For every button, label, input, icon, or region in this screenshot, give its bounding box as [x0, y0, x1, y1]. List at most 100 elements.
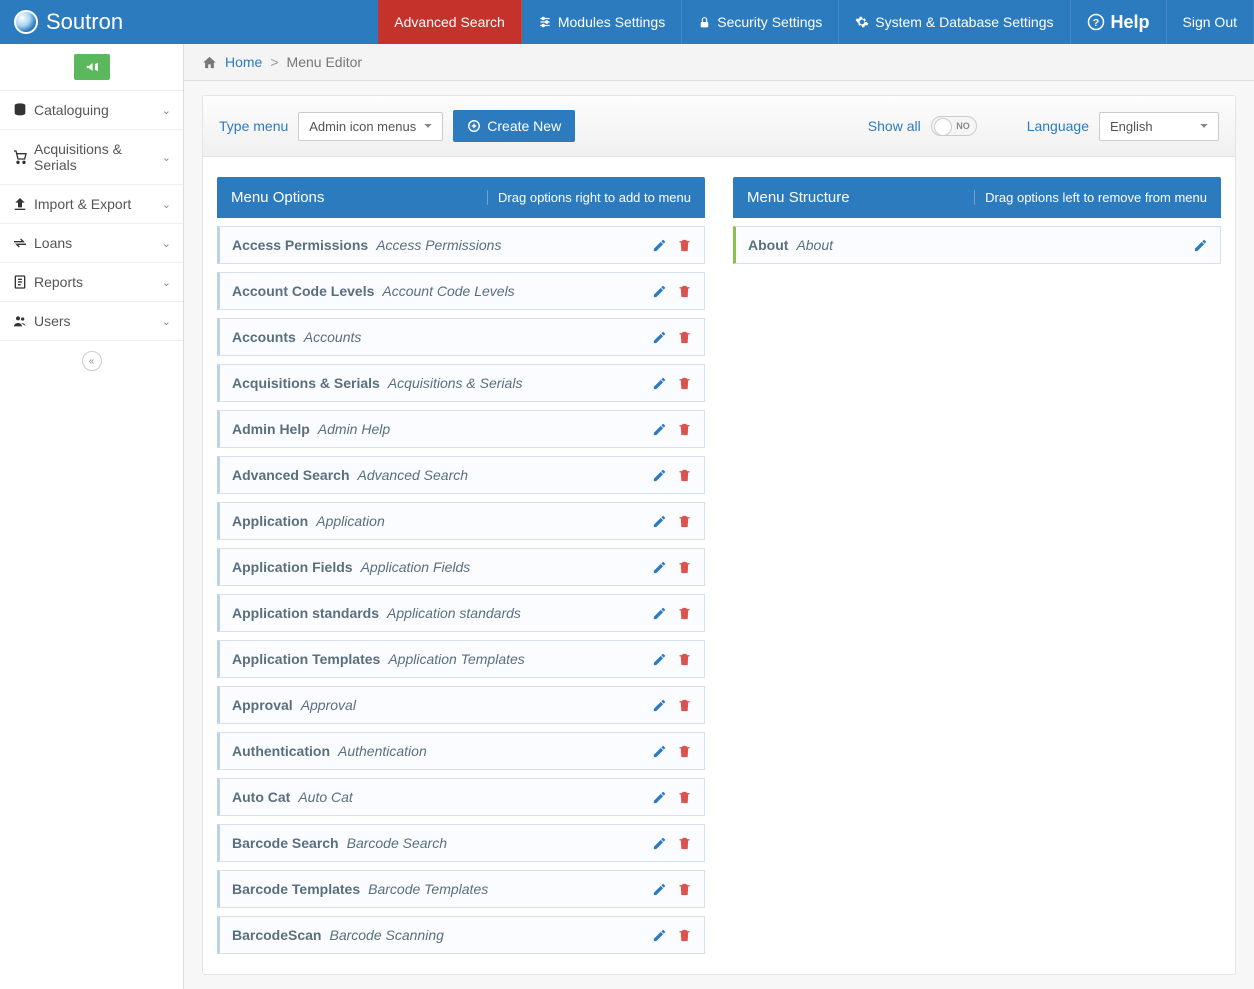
- type-menu-label: Type menu: [219, 118, 288, 134]
- sidebar-item-icon: [12, 102, 34, 118]
- brand-text: Soutron: [46, 9, 123, 35]
- menu-row-key: Application Templates: [232, 651, 380, 667]
- edit-button[interactable]: [652, 836, 667, 851]
- show-all-toggle[interactable]: NO: [931, 116, 977, 136]
- menu-row[interactable]: Advanced Search Advanced Search: [217, 456, 705, 494]
- show-all-label: Show all: [868, 118, 921, 134]
- trash-icon: [677, 790, 692, 805]
- delete-button[interactable]: [677, 238, 692, 253]
- delete-button[interactable]: [677, 744, 692, 759]
- edit-button[interactable]: [652, 468, 667, 483]
- brand: Soutron: [0, 0, 137, 44]
- breadcrumb: Home > Menu Editor: [184, 44, 1254, 81]
- edit-button[interactable]: [1193, 238, 1208, 253]
- pencil-icon: [652, 606, 667, 621]
- delete-button[interactable]: [677, 698, 692, 713]
- edit-button[interactable]: [652, 744, 667, 759]
- delete-button[interactable]: [677, 560, 692, 575]
- nav-sign-out[interactable]: Sign Out: [1167, 0, 1254, 44]
- question-circle-icon: ?: [1087, 13, 1105, 31]
- delete-button[interactable]: [677, 652, 692, 667]
- menu-row[interactable]: About About: [733, 226, 1221, 264]
- menu-row[interactable]: Application standards Application standa…: [217, 594, 705, 632]
- nav-system-db-settings[interactable]: System & Database Settings: [839, 0, 1070, 44]
- menu-options-hint: Drag options right to add to menu: [487, 190, 691, 205]
- sidebar-item[interactable]: Acquisitions & Serials⌄: [0, 130, 183, 185]
- sidebar-collapse: «: [0, 341, 183, 381]
- sidebar-item[interactable]: Loans⌄: [0, 224, 183, 263]
- delete-button[interactable]: [677, 284, 692, 299]
- type-menu-select[interactable]: Admin icon menus: [298, 112, 443, 141]
- edit-button[interactable]: [652, 606, 667, 621]
- pencil-icon: [652, 284, 667, 299]
- delete-button[interactable]: [677, 836, 692, 851]
- menu-row[interactable]: Auto Cat Auto Cat: [217, 778, 705, 816]
- edit-button[interactable]: [652, 238, 667, 253]
- announce-button[interactable]: [74, 54, 110, 80]
- menu-row[interactable]: Barcode Templates Barcode Templates: [217, 870, 705, 908]
- pencil-icon: [652, 882, 667, 897]
- sidebar-item-label: Import & Export: [34, 196, 162, 212]
- edit-button[interactable]: [652, 560, 667, 575]
- menu-row[interactable]: Application Application: [217, 502, 705, 540]
- pencil-icon: [652, 652, 667, 667]
- delete-button[interactable]: [677, 882, 692, 897]
- edit-button[interactable]: [652, 790, 667, 805]
- edit-button[interactable]: [652, 514, 667, 529]
- delete-button[interactable]: [677, 422, 692, 437]
- menu-row[interactable]: Authentication Authentication: [217, 732, 705, 770]
- menu-row[interactable]: Admin Help Admin Help: [217, 410, 705, 448]
- menu-row[interactable]: Account Code Levels Account Code Levels: [217, 272, 705, 310]
- nav-modules-settings[interactable]: Modules Settings: [522, 0, 682, 44]
- delete-button[interactable]: [677, 376, 692, 391]
- delete-button[interactable]: [677, 790, 692, 805]
- sidebar-top: [0, 44, 183, 91]
- delete-button[interactable]: [677, 606, 692, 621]
- nav-help[interactable]: ? Help: [1071, 0, 1167, 44]
- sidebar-item[interactable]: Import & Export⌄: [0, 185, 183, 224]
- sidebar: Cataloguing⌄Acquisitions & Serials⌄Impor…: [0, 44, 184, 989]
- sidebar-item[interactable]: Cataloguing⌄: [0, 91, 183, 130]
- nav-modules-settings-label: Modules Settings: [558, 14, 665, 30]
- trash-icon: [677, 284, 692, 299]
- menu-row-key: Authentication: [232, 743, 330, 759]
- menu-row[interactable]: Application Templates Application Templa…: [217, 640, 705, 678]
- edit-button[interactable]: [652, 882, 667, 897]
- menu-row[interactable]: Barcode Search Barcode Search: [217, 824, 705, 862]
- edit-button[interactable]: [652, 928, 667, 943]
- menu-row-value: Application Templates: [388, 651, 524, 667]
- menu-row-value: Barcode Scanning: [329, 927, 443, 943]
- collapse-button[interactable]: «: [82, 351, 102, 371]
- edit-button[interactable]: [652, 652, 667, 667]
- sidebar-item[interactable]: Reports⌄: [0, 263, 183, 302]
- menu-row-key: BarcodeScan: [232, 927, 321, 943]
- chevron-double-left-icon: «: [89, 356, 95, 367]
- create-new-button[interactable]: Create New: [453, 110, 575, 142]
- edit-button[interactable]: [652, 284, 667, 299]
- menu-row-value: Barcode Search: [347, 835, 447, 851]
- edit-button[interactable]: [652, 698, 667, 713]
- nav-advanced-search[interactable]: Advanced Search: [378, 0, 522, 44]
- menu-row-value: Acquisitions & Serials: [388, 375, 523, 391]
- menu-row[interactable]: Application Fields Application Fields: [217, 548, 705, 586]
- edit-button[interactable]: [652, 422, 667, 437]
- edit-button[interactable]: [652, 376, 667, 391]
- menu-structure-column: Menu Structure Drag options left to remo…: [733, 177, 1221, 264]
- breadcrumb-home[interactable]: Home: [225, 54, 262, 70]
- pencil-icon: [652, 330, 667, 345]
- nav-security-settings[interactable]: Security Settings: [682, 0, 839, 44]
- language-select[interactable]: English: [1099, 112, 1219, 141]
- delete-button[interactable]: [677, 468, 692, 483]
- edit-button[interactable]: [652, 330, 667, 345]
- menu-row[interactable]: BarcodeScan Barcode Scanning: [217, 916, 705, 954]
- sidebar-item-label: Reports: [34, 274, 162, 290]
- menu-row[interactable]: Access Permissions Access Permissions: [217, 226, 705, 264]
- delete-button[interactable]: [677, 928, 692, 943]
- menu-row[interactable]: Accounts Accounts: [217, 318, 705, 356]
- menu-row[interactable]: Acquisitions & Serials Acquisitions & Se…: [217, 364, 705, 402]
- sidebar-item[interactable]: Users⌄: [0, 302, 183, 341]
- delete-button[interactable]: [677, 514, 692, 529]
- pencil-icon: [652, 836, 667, 851]
- menu-row[interactable]: Approval Approval: [217, 686, 705, 724]
- delete-button[interactable]: [677, 330, 692, 345]
